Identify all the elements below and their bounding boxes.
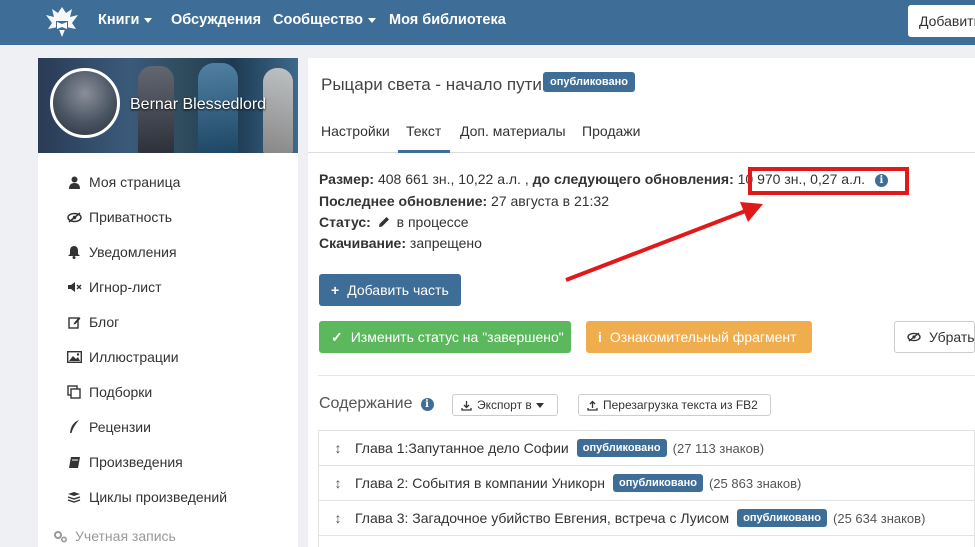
chapter-title[interactable]: Глава 1:Запутанное дело Софии xyxy=(355,440,569,456)
download-info: Скачивание: запрещено xyxy=(319,235,482,251)
check-icon: ✓ xyxy=(331,328,343,345)
top-navbar: Книги Обсуждения Сообщество Моя библиоте… xyxy=(0,0,975,45)
book-icon xyxy=(66,454,82,470)
volume-off-icon xyxy=(66,279,82,295)
reupload-fb2-button[interactable]: Перезагрузка текста из FB2 xyxy=(578,394,771,416)
sidebar-item-ignore-list[interactable]: Игнор-лист xyxy=(66,277,162,297)
tab-sales[interactable]: Продажи xyxy=(582,123,640,139)
divider xyxy=(318,375,975,376)
chapter-char-count: (25 863 знаков) xyxy=(708,475,802,491)
status-badge: опубликовано xyxy=(613,473,703,493)
tab-settings[interactable]: Настройки xyxy=(321,123,390,139)
sidebar-item-blog[interactable]: Блог xyxy=(66,312,119,332)
annotation-arrow xyxy=(565,202,763,282)
banner-figure xyxy=(263,68,293,153)
upload-icon xyxy=(587,400,598,411)
status-badge: опубликовано xyxy=(737,508,828,528)
sidebar-item-works[interactable]: Произведения xyxy=(66,452,183,472)
chapter-row[interactable]: ↕ Глава 2: События в компании Уникорн оп… xyxy=(318,465,975,501)
sidebar-item-my-page[interactable]: Моя страница xyxy=(66,172,180,192)
sidebar-item-reviews[interactable]: Рецензии xyxy=(66,417,151,437)
tab-bar: Настройки Текст Доп. материалы Продажи xyxy=(308,113,975,153)
sidebar-item-privacy[interactable]: Приватность xyxy=(66,207,172,227)
highlight-box xyxy=(748,167,909,195)
chapter-title[interactable]: Глава 2: События в компании Уникорн xyxy=(355,475,605,491)
sidebar-item-notifications[interactable]: Уведомления xyxy=(66,242,177,262)
gears-icon xyxy=(52,528,68,544)
main-panel: Рыцари света - начало пути опубликовано … xyxy=(308,58,975,547)
add-button[interactable]: Добавить xyxy=(908,5,975,37)
drag-handle-icon[interactable]: ↕ xyxy=(331,440,345,456)
user-icon xyxy=(66,174,82,190)
page-title: Рыцари света - начало пути xyxy=(321,75,542,94)
chapter-row[interactable]: ↕ Глава 3: Загадочное убийство Евгения, … xyxy=(318,500,975,536)
chapter-char-count: (27 113 знаков) xyxy=(672,440,765,456)
plus-icon: + xyxy=(331,282,340,298)
sidebar-item-collections[interactable]: Подборки xyxy=(66,382,152,402)
nav-discussions[interactable]: Обсуждения xyxy=(171,12,261,28)
eye-slash-icon xyxy=(907,329,921,345)
drag-handle-icon[interactable]: ↕ xyxy=(331,510,345,526)
drag-handle-icon[interactable]: ↕ xyxy=(331,475,345,491)
stack-icon xyxy=(66,489,82,505)
status-badge: опубликовано xyxy=(576,438,667,458)
chevron-down-icon xyxy=(144,17,153,23)
chapter-char-count: (25 634 знаков) xyxy=(833,510,926,526)
chapter-row[interactable]: ↕ Глава 1:Запутанное дело Софии опублико… xyxy=(318,430,975,466)
profile-name[interactable]: Bernar Blessedlord xyxy=(130,96,266,114)
site-logo-icon[interactable] xyxy=(42,3,82,41)
sidebar-item-illustrations[interactable]: Иллюстрации xyxy=(66,347,179,367)
chevron-down-icon xyxy=(535,402,544,408)
info-icon[interactable]: i xyxy=(420,397,434,411)
info-icon: i xyxy=(598,329,602,345)
bell-icon xyxy=(66,244,82,260)
image-icon xyxy=(66,349,82,365)
profile-banner[interactable]: Bernar Blessedlord xyxy=(38,58,298,153)
collection-icon xyxy=(66,384,82,400)
eye-slash-icon xyxy=(66,209,82,225)
tab-text[interactable]: Текст xyxy=(406,123,441,139)
nav-community[interactable]: Сообщество xyxy=(273,12,376,28)
export-dropdown[interactable]: Экспорт в xyxy=(452,394,558,416)
download-icon xyxy=(461,400,472,411)
change-status-button[interactable]: ✓ Изменить статус на "завершено" xyxy=(319,321,571,353)
status-badge: опубликовано xyxy=(543,72,635,93)
toc-heading: Содержание i xyxy=(319,395,434,413)
nav-my-library[interactable]: Моя библиотека xyxy=(389,12,506,28)
chevron-down-icon xyxy=(368,17,376,23)
chapter-title[interactable]: Глава 3: Загадочное убийство Евгения, вс… xyxy=(355,510,729,526)
status-info: Статус: в процессе xyxy=(319,214,469,230)
edit-icon xyxy=(66,314,82,330)
sidebar-account-section[interactable]: Учетная запись xyxy=(52,528,176,544)
hide-button[interactable]: Убрать xyxy=(894,321,975,353)
add-part-button[interactable]: + Добавить часть xyxy=(319,274,461,306)
tab-extra-materials[interactable]: Доп. материалы xyxy=(460,123,566,139)
pencil-icon[interactable] xyxy=(378,216,390,228)
active-tab-indicator xyxy=(398,150,450,153)
avatar[interactable] xyxy=(50,68,120,138)
sidebar: Bernar Blessedlord Моя страница Приватно… xyxy=(38,58,298,547)
chapter-row[interactable] xyxy=(318,535,975,547)
nav-books[interactable]: Книги xyxy=(98,12,153,28)
sidebar-item-series[interactable]: Циклы произведений xyxy=(66,487,227,507)
quill-icon xyxy=(66,419,82,435)
fragment-button[interactable]: i Ознакомительный фрагмент xyxy=(586,321,812,353)
